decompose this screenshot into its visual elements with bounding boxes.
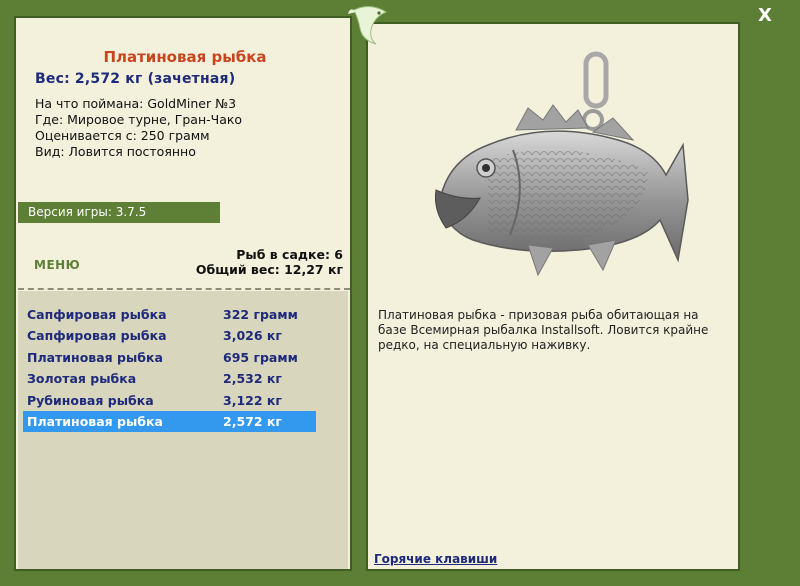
catch-row[interactable]: Рубиновая рыбка 3,122 кг — [23, 390, 316, 411]
info-type: Вид: Ловится постоянно — [35, 144, 196, 159]
info-min-weight: Оценивается с: 250 грамм — [35, 128, 210, 143]
fish-title: Платиновая рыбка — [103, 48, 267, 66]
fish-info: На что поймана: GoldMiner №3 Где: Мирово… — [35, 96, 242, 160]
fish-description: Платиновая рыбка - призовая рыба обитающ… — [378, 308, 709, 352]
game-version-bar: Версия игры: 3.7.5 — [18, 202, 220, 223]
fish-image-panel: Платиновая рыбка - призовая рыба обитающ… — [366, 22, 740, 571]
cage-count: Рыб в садке: 6 — [236, 247, 343, 262]
catch-row[interactable]: Золотая рыбка 2,532 кг — [23, 368, 316, 389]
menu-button[interactable]: МЕНЮ — [34, 258, 80, 272]
catch-weight: 695 грамм — [223, 350, 298, 365]
catch-weight: 2,532 кг — [223, 371, 282, 386]
catch-name: Сапфировая рыбка — [27, 328, 167, 343]
catch-row[interactable]: Сапфировая рыбка 3,026 кг — [23, 325, 316, 346]
hotkeys-link[interactable]: Горячие клавиши — [374, 552, 497, 566]
catch-weight: 322 грамм — [223, 307, 298, 322]
dashed-divider — [18, 288, 350, 290]
fish-weight: Вес: 2,572 кг (зачетная) — [35, 71, 236, 87]
info-caught-with: На что поймана: GoldMiner №3 — [35, 96, 237, 111]
catch-name: Платиновая рыбка — [27, 414, 163, 429]
platinum-fish-image — [435, 51, 689, 277]
cage-total-weight: Общий вес: 12,27 кг — [195, 262, 343, 277]
catch-row[interactable]: Сапфировая рыбка 322 грамм — [23, 304, 316, 325]
catch-row-selected[interactable]: Платиновая рыбка 2,572 кг — [23, 411, 316, 432]
catch-weight: 2,572 кг — [223, 414, 282, 429]
window-frame: Платиновая рыбка Вес: 2,572 кг (зачетная… — [0, 0, 800, 586]
catch-list: Сапфировая рыбка 322 грамм Сапфировая ры… — [18, 291, 348, 569]
fish-details-panel: Платиновая рыбка Вес: 2,572 кг (зачетная… — [14, 16, 352, 571]
catch-name: Платиновая рыбка — [27, 350, 163, 365]
cage-summary: Рыб в садке: 6 Общий вес: 12,27 кг — [196, 247, 343, 277]
close-icon[interactable]: X — [755, 6, 775, 26]
fish-logo-icon — [348, 6, 388, 45]
catch-weight: 3,026 кг — [223, 328, 282, 343]
catch-name: Сапфировая рыбка — [27, 307, 167, 322]
info-location: Где: Мировое турне, Гран-Чако — [35, 112, 243, 127]
catch-weight: 3,122 кг — [223, 393, 282, 408]
catch-row[interactable]: Платиновая рыбка 695 грамм — [23, 347, 316, 368]
catch-name: Рубиновая рыбка — [27, 393, 154, 408]
catch-name: Золотая рыбка — [27, 371, 137, 386]
